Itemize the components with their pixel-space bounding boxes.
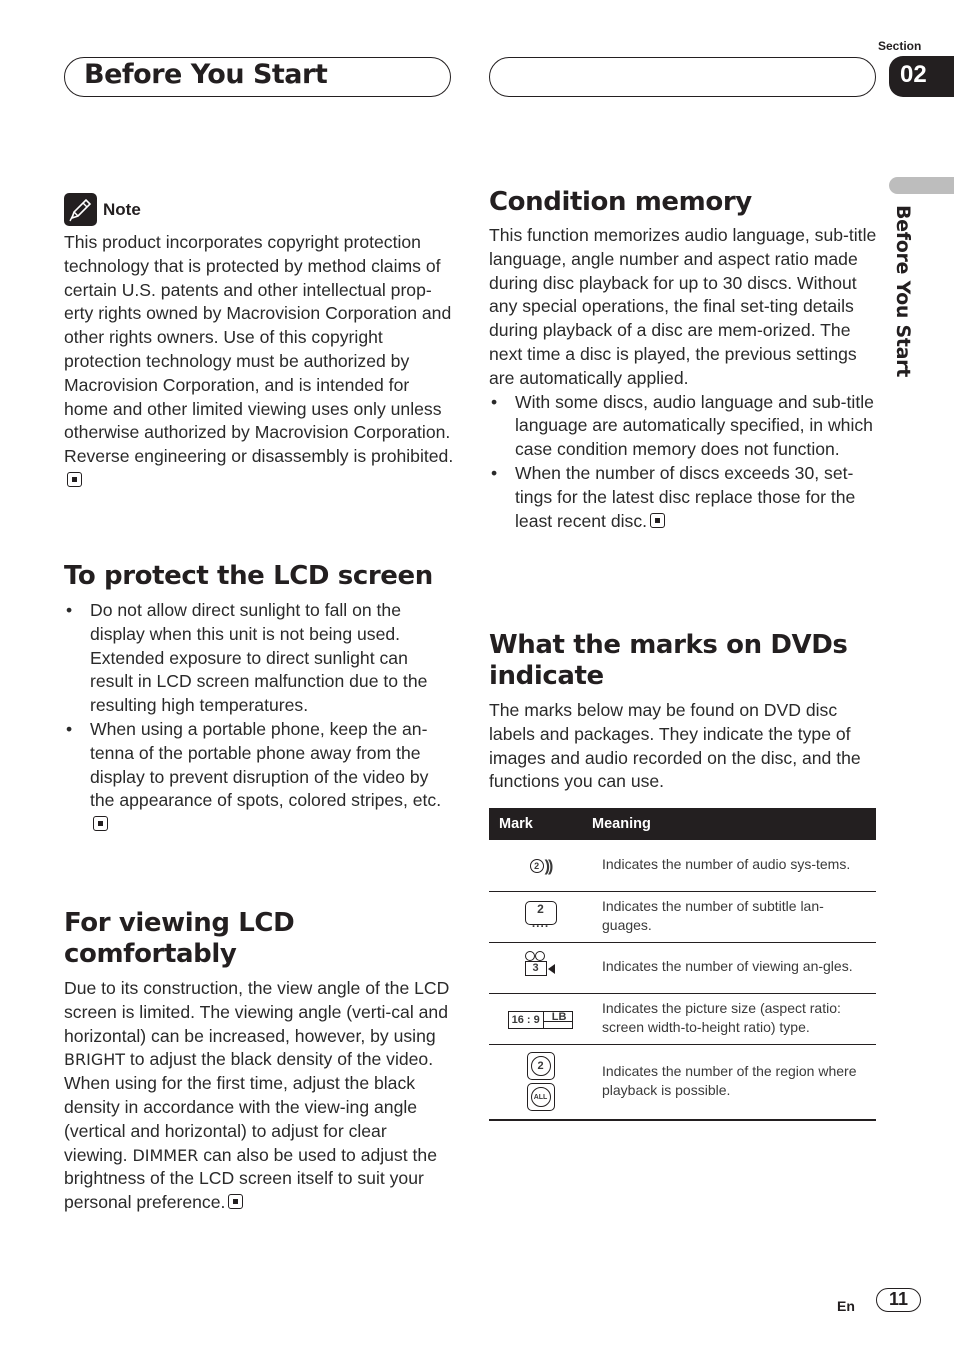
note-label: Note [103, 199, 141, 219]
subtitle-languages-icon: 2.... [524, 901, 557, 929]
language-label: En [837, 1298, 855, 1314]
region-icon: 2 ALL [526, 1052, 555, 1112]
table-row: 3 Indicates the number of viewing an-gle… [489, 942, 876, 994]
table-row: 2 )) Indicates the number of audio sys-t… [489, 840, 876, 892]
viewing-lcd-text: Due to its construction, the view angle … [64, 978, 450, 1213]
dvd-marks-heading: What the marks on DVDs indicate [489, 630, 848, 691]
meaning-cell: Indicates the number of the region where… [592, 1044, 876, 1122]
header-blank-frame [489, 57, 876, 97]
meaning-cell: Indicates the number of audio sys-tems. [592, 840, 876, 892]
column-header-meaning: Meaning [592, 808, 876, 841]
table-row: 2.... Indicates the number of subtitle l… [489, 891, 876, 943]
audio-systems-icon: 2 )) [529, 857, 553, 876]
note-text: This product incorporates copyright prot… [64, 231, 454, 493]
note-header: Note [64, 193, 454, 226]
list-item: Do not allow direct sunlight to fall on … [64, 599, 454, 718]
note-block: Note This product incorporates copyright… [64, 193, 454, 493]
protect-lcd-list: Do not allow direct sunlight to fall on … [64, 599, 454, 837]
table-row: 16 : 9 LB Indicates the picture size (as… [489, 993, 876, 1045]
dvd-marks-table: Mark Meaning 2 )) Indicates the number o… [489, 808, 876, 1122]
protect-lcd-section: To protect the LCD screen Do not allow d… [64, 561, 454, 837]
page-number: 11 [876, 1288, 921, 1312]
viewing-lcd-section: For viewing LCD comfortably Due to its c… [64, 908, 454, 1215]
protect-lcd-heading: To protect the LCD screen [64, 561, 433, 591]
viewing-angles-icon: 3 [523, 951, 559, 979]
condition-memory-list: With some discs, audio language and sub-… [489, 391, 879, 534]
page-header-title: Before You Start [84, 59, 328, 90]
end-mark-icon [228, 1194, 244, 1210]
side-tab-label: Before You Start [892, 205, 914, 378]
meaning-cell: Indicates the number of viewing an-gles. [592, 942, 876, 994]
end-mark-icon [67, 471, 82, 487]
condition-memory-section: Condition memory This function memorizes… [489, 187, 879, 533]
dvd-marks-section: What the marks on DVDs indicate The mark… [489, 630, 879, 1122]
condition-memory-heading: Condition memory [489, 187, 752, 217]
dvd-marks-intro: The marks below may be found on DVD disc… [489, 700, 861, 792]
pencil-icon [64, 193, 97, 226]
table-row: 2 ALL Indicates the number of the region… [489, 1044, 876, 1122]
list-item: When using a portable phone, keep the an… [64, 718, 454, 837]
list-item: With some discs, audio language and sub-… [489, 391, 879, 462]
column-header-mark: Mark [489, 808, 592, 841]
condition-memory-text: This function memorizes audio language, … [489, 225, 877, 388]
section-number-badge: 02 [889, 56, 954, 97]
section-label: Section [878, 39, 922, 53]
table-header-row: Mark Meaning [489, 808, 876, 841]
dimmer-button-label: DIMMER [132, 1145, 199, 1165]
list-item: When the number of discs exceeds 30, set… [489, 462, 879, 533]
side-tab-marker [889, 177, 954, 194]
bright-button-label: BRIGHT [64, 1050, 126, 1070]
viewing-lcd-heading: For viewing LCD comfortably [64, 908, 295, 969]
meaning-cell: Indicates the number of subtitle lan-gua… [592, 891, 876, 943]
end-mark-icon [650, 512, 666, 528]
aspect-ratio-icon: 16 : 9 LB [507, 1010, 574, 1029]
end-mark-icon [93, 816, 108, 832]
meaning-cell: Indicates the picture size (aspect ratio… [592, 993, 876, 1045]
